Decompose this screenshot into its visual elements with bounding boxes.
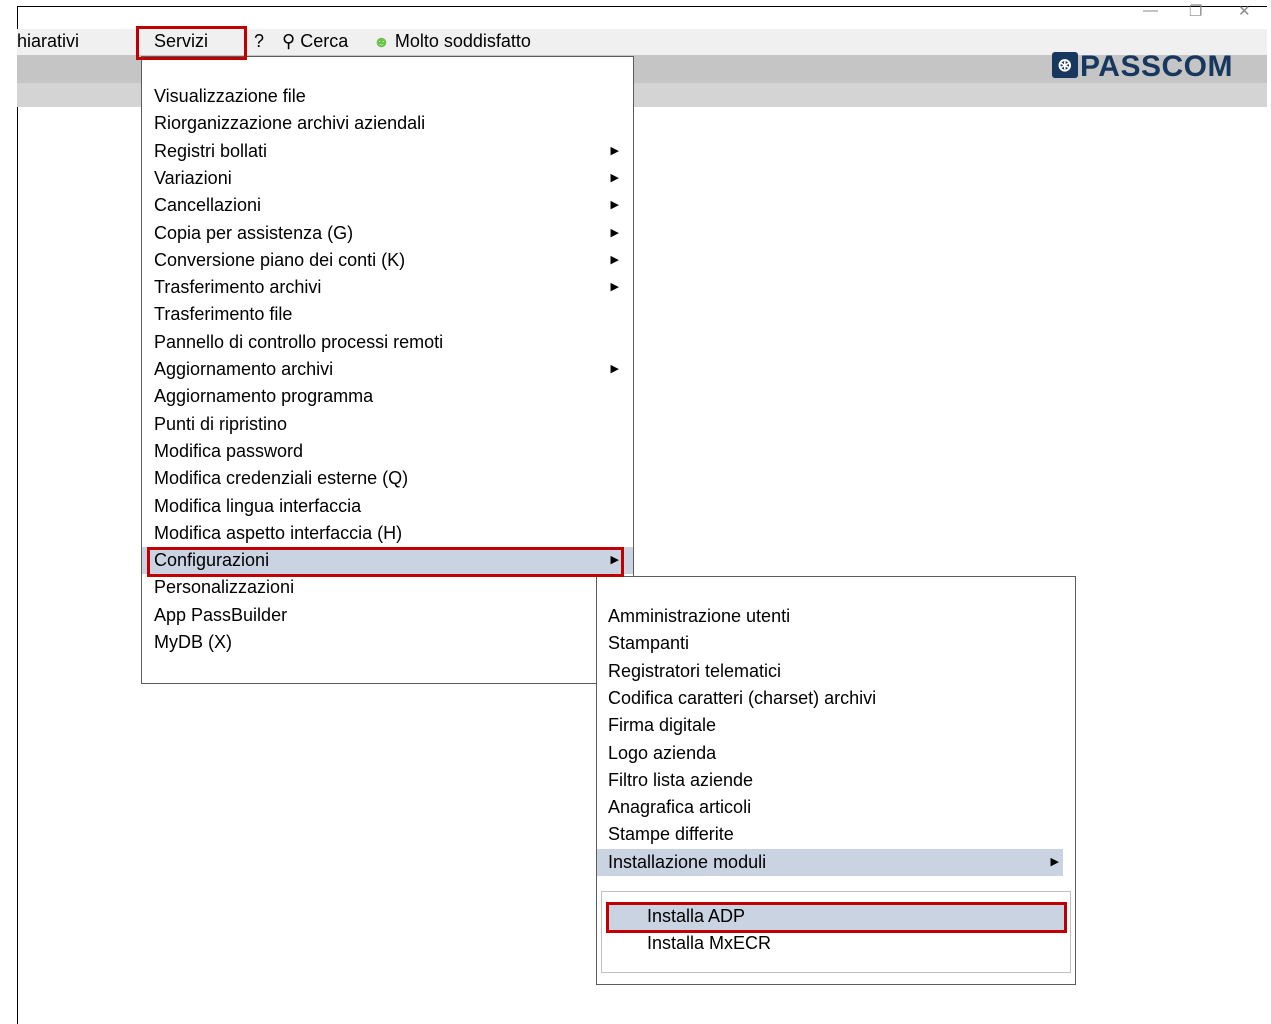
config-item-registratori-telematici[interactable]: Registratori telematici xyxy=(597,658,1075,685)
menu-item-preventivi-partial[interactable]: hiarativi xyxy=(17,31,79,52)
config-item-label: Stampe differite xyxy=(608,824,734,845)
submenu-arrow-icon: ▶ xyxy=(610,253,619,266)
servizi-item-riorganizzazione-archivi-aziendali[interactable]: Riorganizzazione archivi aziendali xyxy=(142,110,633,137)
passcom-logo-icon: ⊛ xyxy=(1052,52,1078,79)
servizi-item-trasferimento-file[interactable]: Trasferimento file xyxy=(142,301,633,328)
config-item-label: Logo azienda xyxy=(608,742,717,763)
search-label: Cerca xyxy=(300,31,349,51)
servizi-item-copia-per-assistenza[interactable]: Copia per assistenza (G) ▶ xyxy=(142,220,633,247)
servizi-item-label: Riorganizzazione archivi aziendali xyxy=(154,113,426,134)
submenu-arrow-icon: ▶ xyxy=(610,144,619,157)
servizi-item-label: Visualizzazione file xyxy=(154,86,306,106)
config-item-label: Filtro lista aziende xyxy=(608,769,754,790)
config-item-label: Codifica caratteri (charset) archivi xyxy=(608,687,877,708)
servizi-item-pannello-di-controllo-processi-remoti[interactable]: Pannello di controllo processi remoti xyxy=(142,329,633,356)
servizi-item-label: Punti di ripristino xyxy=(154,413,288,434)
install-item-installa-mxecr[interactable]: Installa MxECR xyxy=(602,930,1070,957)
servizi-item-app-passbuilder[interactable]: App PassBuilder xyxy=(142,602,633,629)
servizi-item-label: Modifica lingua interfaccia xyxy=(154,495,362,516)
servizi-item-label: Trasferimento archivi xyxy=(154,277,322,298)
servizi-item-registri-bollati[interactable]: Registri bollati ▶ xyxy=(142,138,633,165)
submenu-arrow-icon: ▶ xyxy=(610,199,619,212)
servizi-item-label: MyDB (X) xyxy=(154,632,232,652)
feedback-label: Molto soddisfatto xyxy=(394,31,531,51)
servizi-item-trasferimento-archivi[interactable]: Trasferimento archivi ▶ xyxy=(142,274,633,301)
servizi-item-modifica-lingua-interfaccia[interactable]: Modifica lingua interfaccia xyxy=(142,493,633,520)
config-item-firma-digitale[interactable]: Firma digitale xyxy=(597,712,1075,739)
servizi-item-mydb[interactable]: MyDB (X) xyxy=(142,629,633,656)
servizi-item-modifica-credenziali-esterne[interactable]: Modifica credenziali esterne (Q) xyxy=(142,465,633,492)
servizi-item-modifica-aspetto-interfaccia[interactable]: Modifica aspetto interfaccia (H) xyxy=(142,520,633,547)
config-item-anagrafica-articoli[interactable]: Anagrafica articoli xyxy=(597,794,1075,821)
servizi-item-aggiornamento-archivi[interactable]: Aggiornamento archivi ▶ xyxy=(142,356,633,383)
servizi-item-label: Conversione piano dei conti (K) xyxy=(154,249,406,270)
search-icon: ⚲ xyxy=(282,31,296,51)
config-item-installazione-moduli[interactable]: Installazione moduli ▶ xyxy=(597,848,1063,876)
servizi-item-label: Trasferimento file xyxy=(154,304,293,325)
passcom-logo-text: PASSCOM xyxy=(1080,50,1233,83)
config-item-label: Firma digitale xyxy=(608,715,717,736)
install-item-label: Installa MxECR xyxy=(647,933,772,954)
config-item-label: Registratori telematici xyxy=(608,660,782,681)
servizi-item-cancellazioni[interactable]: Cancellazioni ▶ xyxy=(142,192,633,219)
servizi-item-punti-di-ripristino[interactable]: Punti di ripristino xyxy=(142,411,633,438)
servizi-item-label: Aggiornamento programma xyxy=(154,386,374,407)
config-item-codifica-caratteri-archivi[interactable]: Codifica caratteri (charset) archivi xyxy=(597,685,1075,712)
servizi-item-variazioni[interactable]: Variazioni ▶ xyxy=(142,165,633,192)
config-item-logo-azienda[interactable]: Logo azienda xyxy=(597,740,1075,767)
highlight-configurazioni xyxy=(147,547,624,577)
servizi-item-label: Modifica password xyxy=(154,440,304,461)
search-menu[interactable]: ⚲ Cerca xyxy=(282,31,348,52)
config-item-stampe-differite[interactable]: Stampe differite xyxy=(597,821,1075,848)
servizi-menu: Visualizzazione file Riorganizzazione arc… xyxy=(141,56,634,684)
restore-icon[interactable]: ❐ xyxy=(1189,2,1202,20)
config-item-amministrazione-utenti[interactable]: Amministrazione utenti xyxy=(597,603,1075,630)
servizi-item-label: Registri bollati xyxy=(154,140,268,161)
servizi-item-modifica-password[interactable]: Modifica password xyxy=(142,438,633,465)
servizi-item-label: Copia per assistenza (G) xyxy=(154,222,354,243)
servizi-item-label: App PassBuilder xyxy=(154,604,288,625)
config-item-stampanti[interactable]: Stampanti xyxy=(597,630,1075,657)
submenu-arrow-icon: ▶ xyxy=(610,171,619,184)
submenu-arrow-icon: ▶ xyxy=(610,281,619,294)
help-menu[interactable]: ? xyxy=(254,31,264,52)
highlight-installa-adp xyxy=(606,902,1067,933)
config-item-filtro-lista-aziende[interactable]: Filtro lista aziende xyxy=(597,767,1075,794)
highlight-servizi xyxy=(136,26,247,60)
servizi-item-label: Modifica aspetto interfaccia (H) xyxy=(154,522,403,543)
servizi-item-label: Modifica credenziali esterne (Q) xyxy=(154,468,409,489)
config-item-label: Installazione moduli xyxy=(608,851,767,872)
feedback-menu[interactable]: ☻ Molto soddisfatto xyxy=(373,31,531,52)
servizi-item-conversione-piano-dei-conti[interactable]: Conversione piano dei conti (K) ▶ xyxy=(142,247,633,274)
servizi-item-label: Variazioni xyxy=(154,167,232,188)
submenu-arrow-icon: ▶ xyxy=(1050,855,1059,868)
smiley-icon: ☻ xyxy=(373,34,390,51)
passcom-logo: ⊛ PASSCOM xyxy=(1052,50,1233,84)
servizi-item-personalizzazioni[interactable]: Personalizzazioni xyxy=(142,574,633,601)
servizi-item-aggiornamento-programma[interactable]: Aggiornamento programma xyxy=(142,383,633,410)
config-item-label: Stampanti xyxy=(608,633,690,654)
config-item-label: Amministrazione utenti xyxy=(608,606,791,626)
submenu-arrow-icon: ▶ xyxy=(610,363,619,375)
servizi-item-label: Personalizzazioni xyxy=(154,577,295,598)
servizi-item-label: Pannello di controllo processi remoti xyxy=(154,331,444,352)
config-item-label: Anagrafica articoli xyxy=(608,797,752,818)
servizi-item-label: Aggiornamento archivi xyxy=(154,359,334,379)
servizi-item-label: Cancellazioni xyxy=(154,195,262,216)
close-icon[interactable]: ✕ xyxy=(1238,2,1251,20)
minimize-icon[interactable]: — xyxy=(1143,2,1158,19)
servizi-item-visualizzazione-file[interactable]: Visualizzazione file xyxy=(142,83,633,110)
submenu-arrow-icon: ▶ xyxy=(610,226,619,239)
